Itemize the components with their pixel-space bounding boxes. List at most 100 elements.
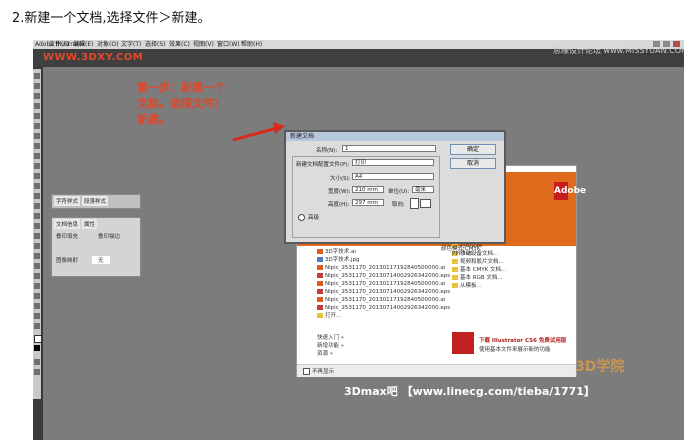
units-label: 单位(U):	[388, 189, 410, 195]
getting-started-link[interactable]: 快速入门 »	[317, 334, 344, 342]
menu-help[interactable]: 帮助(H)	[241, 40, 262, 49]
new-cmyk-document[interactable]: 基本 CMYK 文档...	[452, 266, 506, 274]
menu-type[interactable]: 文字(T)	[121, 40, 141, 49]
eyedropper-tool-icon[interactable]	[34, 253, 40, 259]
warp-tool-icon[interactable]	[34, 193, 40, 199]
creative-cloud-icon	[452, 332, 474, 354]
recent-file-item[interactable]: Nipic_2531170_20130714002926342000.eps	[317, 272, 450, 280]
size-label: 大小(S):	[330, 176, 351, 182]
portrait-icon[interactable]	[410, 198, 419, 209]
size-select[interactable]: A4	[352, 173, 434, 180]
image-map-select[interactable]: 无	[92, 256, 110, 264]
new-rgb-document[interactable]: 基本 RGB 文档...	[452, 274, 506, 282]
advanced-toggle-icon[interactable]	[298, 214, 305, 221]
new-document-dialog: 新建文档 名称(N): 1 确定 取消 新建文档配置文件(P): 打印 大小(S…	[284, 130, 506, 244]
tab-document-info[interactable]: 文档信息	[54, 219, 81, 229]
menu-edit[interactable]: 编辑(E)	[73, 40, 93, 49]
recent-file-item[interactable]: Nipic_2531170_20130714002926342000.eps	[317, 288, 450, 296]
name-field[interactable]: 1	[342, 145, 436, 152]
promo-subtitle: 使用基本文件来展示新的功能	[479, 347, 551, 353]
resources-link[interactable]: 资源 »	[317, 350, 344, 358]
free-transform-tool-icon[interactable]	[34, 203, 40, 209]
recent-file-item[interactable]: 3D字技术.ai	[317, 248, 450, 256]
line-tool-icon[interactable]	[34, 123, 40, 129]
eraser-tool-icon[interactable]	[34, 163, 40, 169]
ai-file-icon	[317, 265, 323, 270]
slice-tool-icon[interactable]	[34, 303, 40, 309]
overprint-fill-checkbox[interactable]: 叠印填充	[56, 232, 78, 240]
promo-title[interactable]: 下载 Illustrator CS6 免费试用版	[479, 336, 566, 344]
orientation-label: 取向:	[392, 202, 405, 208]
tab-paragraph-styles[interactable]: 段落样式	[82, 196, 109, 206]
fill-swatch-icon[interactable]	[34, 335, 42, 343]
hand-tool-icon[interactable]	[34, 313, 40, 319]
menu-object[interactable]: 对象(O)	[97, 40, 118, 49]
shape-builder-tool-icon[interactable]	[34, 213, 40, 219]
rotate-tool-icon[interactable]	[34, 173, 40, 179]
3d-academy-logo: 3D学院	[575, 359, 625, 375]
recent-file-item[interactable]: 3D字技术.jpg	[317, 256, 450, 264]
height-field[interactable]: 297 mm	[352, 199, 384, 206]
direct-select-tool-icon[interactable]	[34, 83, 40, 89]
ai-file-icon	[317, 249, 323, 254]
styles-panel: 字符样式 段落样式	[51, 194, 141, 209]
ai-file-icon	[317, 281, 323, 286]
advanced-label[interactable]: 高级	[308, 213, 319, 221]
landscape-icon[interactable]	[420, 199, 431, 208]
cancel-button[interactable]: 取消	[450, 158, 496, 169]
units-select[interactable]: 毫米	[412, 186, 434, 193]
menu-file[interactable]: 文件(F)	[49, 40, 69, 49]
width-field[interactable]: 210 mm	[352, 186, 384, 193]
artboard-tool-icon[interactable]	[34, 293, 40, 299]
stroke-swatch-icon[interactable]	[34, 345, 40, 351]
new-video-document[interactable]: 视频和胶片文档...	[452, 258, 506, 266]
selection-tool-icon[interactable]	[34, 73, 40, 79]
rectangle-tool-icon[interactable]	[34, 133, 40, 139]
open-file-item[interactable]: 打开...	[317, 312, 450, 320]
drawing-mode-icon[interactable]	[34, 359, 40, 365]
settings-group	[292, 156, 440, 238]
recent-file-item[interactable]: Nipic_2531170_20130117192840500000.ai	[317, 296, 450, 304]
step-annotation: 第一步：新建一个文档。选择文件〉新建。	[137, 81, 225, 126]
watermark-3dxy: WWW.3DXY.COM	[43, 52, 144, 63]
tab-attributes[interactable]: 属性	[82, 219, 98, 229]
profile-select[interactable]: 打印	[352, 159, 434, 166]
image-map-label: 图像映射	[56, 258, 79, 264]
document-icon	[452, 275, 458, 280]
document-icon	[452, 259, 458, 264]
brush-tool-icon[interactable]	[34, 143, 40, 149]
recent-file-item[interactable]: Nipic_2531170_20130714002926342000.eps	[317, 304, 450, 312]
perspective-tool-icon[interactable]	[34, 223, 40, 229]
gradient-tool-icon[interactable]	[34, 243, 40, 249]
folder-icon	[317, 313, 323, 318]
ok-button[interactable]: 确定	[450, 144, 496, 155]
blend-tool-icon[interactable]	[34, 263, 40, 269]
overprint-stroke-checkbox[interactable]: 叠印描边	[98, 232, 120, 240]
mesh-tool-icon[interactable]	[34, 233, 40, 239]
pen-tool-icon[interactable]	[34, 103, 40, 109]
menu-effect[interactable]: 效果(C)	[169, 40, 190, 49]
recent-file-item[interactable]: Nipic_2531170_20130117192840500000.ai	[317, 280, 450, 288]
zoom-tool-icon[interactable]	[34, 323, 40, 329]
tab-character-styles[interactable]: 字符样式	[54, 196, 81, 206]
type-tool-icon[interactable]	[34, 113, 40, 119]
pointer-arrow	[232, 122, 285, 142]
height-label: 高度(H):	[328, 202, 350, 208]
graph-tool-icon[interactable]	[34, 283, 40, 289]
pencil-tool-icon[interactable]	[34, 153, 40, 159]
magic-wand-tool-icon[interactable]	[34, 93, 40, 99]
screen-mode-icon[interactable]	[34, 369, 40, 375]
symbol-sprayer-tool-icon[interactable]	[34, 273, 40, 279]
name-label: 名称(N):	[316, 148, 338, 154]
new-from-template[interactable]: 从模板...	[452, 282, 506, 290]
new-features-link[interactable]: 新增功能 »	[317, 342, 344, 350]
footer-caption: 3Dmax吧 【www.linecg.com/tieba/1771】	[344, 385, 595, 398]
eps-file-icon	[317, 289, 323, 294]
scale-tool-icon[interactable]	[34, 183, 40, 189]
recent-file-item[interactable]: Nipic_2531170_20130117192840500000.ai	[317, 264, 450, 272]
menu-view[interactable]: 视图(V)	[193, 40, 214, 49]
dont-show-checkbox[interactable]	[303, 368, 310, 375]
menu-window[interactable]: 窗口(W)	[217, 40, 240, 49]
watermark-missyuan: 思缘设计论坛 www.MISSYUAN.COM	[553, 46, 684, 55]
menu-select[interactable]: 选择(S)	[145, 40, 166, 49]
